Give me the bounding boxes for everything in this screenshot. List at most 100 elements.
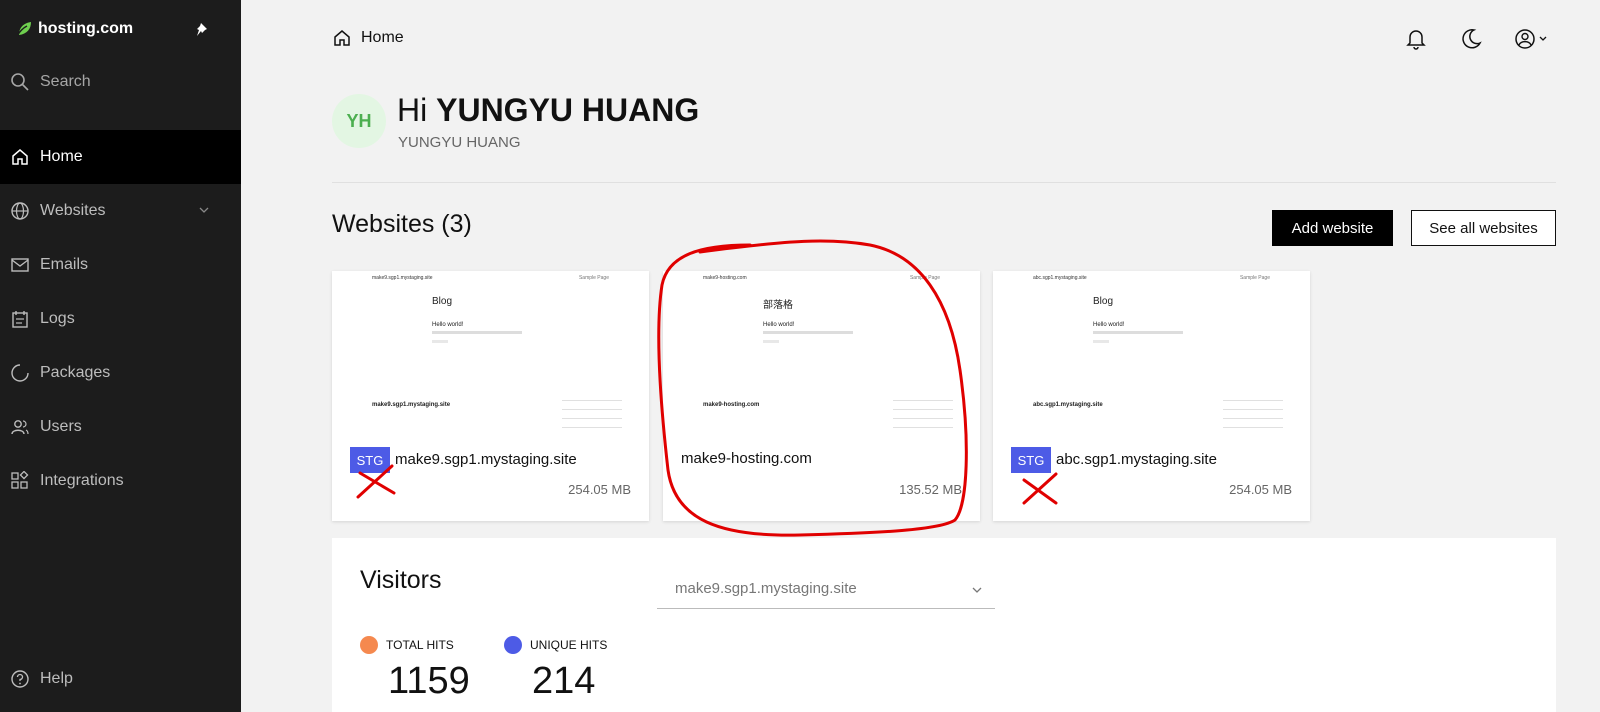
sidebar-item-packages[interactable]: Packages	[0, 346, 241, 400]
total-hits-dot	[360, 636, 378, 654]
breadcrumb[interactable]: Home	[332, 28, 404, 48]
preview-text-line	[1093, 331, 1183, 334]
leaf-logo-icon	[16, 22, 31, 37]
package-icon	[11, 364, 29, 382]
add-website-button[interactable]: Add website	[1272, 210, 1393, 246]
unique-hits-legend: UNIQUE HITS	[504, 636, 607, 654]
sidebar-item-home[interactable]: Home	[0, 130, 241, 184]
greeting-title: Hi YUNGYU HUANG	[397, 92, 699, 129]
search-label: Search	[40, 73, 91, 90]
home-icon	[12, 149, 28, 165]
sidebar-item-label: Integrations	[40, 472, 124, 489]
users-icon	[11, 420, 29, 435]
sidebar: hosting.com Search Home Websites Emails …	[0, 0, 241, 712]
site-preview: make9.sgp1.mystaging.site Sample Page Bl…	[332, 271, 649, 436]
account-menu[interactable]	[1514, 28, 1554, 55]
site-select[interactable]: make9.sgp1.mystaging.site	[657, 572, 995, 609]
preview-footer-links	[562, 400, 622, 430]
total-hits-value: 1159	[388, 660, 470, 702]
site-preview: abc.sgp1.mystaging.site Sample Page Blog…	[993, 271, 1310, 436]
sidebar-item-label: Emails	[40, 256, 89, 273]
visitors-title: Visitors	[360, 566, 442, 594]
help-icon	[11, 670, 29, 688]
preview-footer-links	[1223, 400, 1283, 430]
logs-icon	[12, 311, 28, 328]
greeting-name: YUNGYU HUANG	[436, 92, 700, 128]
total-hits-legend: TOTAL HITS	[360, 636, 454, 654]
brand-name: hosting.com	[38, 20, 134, 37]
preview-sample: Sample Page	[578, 275, 609, 281]
preview-heading: 部落格	[763, 300, 793, 311]
preview-host: make9-hosting.com	[703, 275, 747, 281]
stg-badge: STG	[350, 447, 390, 473]
sidebar-item-label: Help	[40, 670, 73, 687]
preview-footer: make9-hosting.com	[703, 402, 760, 408]
website-size: 254.05 MB	[568, 482, 631, 497]
preview-text-line	[763, 331, 853, 334]
preview-text-line	[432, 331, 522, 334]
preview-heading: Blog	[1093, 296, 1114, 307]
sidebar-item-label: Packages	[40, 364, 111, 381]
unique-hits-dot	[504, 636, 522, 654]
search-icon	[11, 73, 29, 91]
sidebar-item-users[interactable]: Users	[0, 400, 241, 454]
chevron-down-icon	[972, 587, 982, 593]
sidebar-search[interactable]: Search	[10, 72, 91, 92]
user-circle-icon	[1515, 29, 1547, 49]
website-card[interactable]: make9-hosting.com Sample Page 部落格 Hello …	[663, 271, 980, 521]
preview-footer: abc.sgp1.mystaging.site	[1033, 402, 1103, 408]
preview-post: Hello world!	[1093, 322, 1125, 328]
sidebar-item-websites[interactable]: Websites	[0, 184, 241, 238]
preview-footer: make9.sgp1.mystaging.site	[372, 402, 451, 408]
websites-title: Websites (3)	[332, 210, 472, 238]
preview-host: abc.sgp1.mystaging.site	[1033, 275, 1087, 281]
website-name[interactable]: abc.sgp1.mystaging.site	[1056, 451, 1217, 468]
preview-text-line	[1093, 340, 1109, 343]
sidebar-item-integrations[interactable]: Integrations	[0, 454, 241, 508]
avatar: YH	[332, 94, 386, 148]
divider	[332, 182, 1556, 183]
brand-logo[interactable]: hosting.com	[16, 20, 133, 38]
site-select-value: make9.sgp1.mystaging.site	[675, 580, 857, 597]
integrations-icon	[11, 471, 29, 489]
moon-icon[interactable]	[1460, 28, 1482, 55]
sidebar-item-emails[interactable]: Emails	[0, 238, 241, 292]
greeting-hi: Hi	[397, 92, 428, 128]
website-card[interactable]: abc.sgp1.mystaging.site Sample Page Blog…	[993, 271, 1310, 521]
preview-text-line	[432, 340, 448, 343]
home-icon	[334, 30, 350, 46]
preview-sample: Sample Page	[909, 275, 940, 281]
sidebar-item-label: Logs	[40, 310, 75, 327]
pin-icon[interactable]	[196, 22, 210, 43]
preview-sample: Sample Page	[1239, 275, 1270, 281]
sidebar-item-logs[interactable]: Logs	[0, 292, 241, 346]
greeting-subtitle: YUNGYU HUANG	[398, 134, 521, 151]
globe-icon	[11, 202, 29, 220]
unique-hits-label: UNIQUE HITS	[530, 638, 608, 652]
website-size: 254.05 MB	[1229, 482, 1292, 497]
breadcrumb-label: Home	[361, 29, 404, 46]
website-name[interactable]: make9.sgp1.mystaging.site	[395, 451, 577, 468]
sidebar-item-label: Websites	[40, 202, 106, 219]
website-card[interactable]: make9.sgp1.mystaging.site Sample Page Bl…	[332, 271, 649, 521]
see-all-websites-button[interactable]: See all websites	[1411, 210, 1556, 246]
preview-post: Hello world!	[763, 322, 795, 328]
site-preview: make9-hosting.com Sample Page 部落格 Hello …	[663, 271, 980, 436]
sidebar-item-label: Users	[40, 418, 82, 435]
chevron-down-icon	[199, 207, 209, 213]
preview-text-line	[763, 340, 779, 343]
preview-host: make9.sgp1.mystaging.site	[372, 275, 433, 281]
website-name[interactable]: make9-hosting.com	[681, 450, 812, 467]
preview-heading: Blog	[432, 296, 453, 307]
bell-icon[interactable]	[1406, 28, 1426, 55]
stg-badge: STG	[1011, 447, 1051, 473]
sidebar-item-help[interactable]: Help	[0, 652, 241, 706]
total-hits-label: TOTAL HITS	[386, 638, 454, 652]
sidebar-item-label: Home	[40, 148, 83, 165]
unique-hits-value: 214	[532, 660, 596, 702]
website-size: 135.52 MB	[899, 482, 962, 497]
mail-icon	[11, 258, 29, 272]
preview-post: Hello world!	[432, 322, 464, 328]
visitors-panel: Visitors make9.sgp1.mystaging.site TOTAL…	[332, 538, 1556, 712]
preview-footer-links	[893, 400, 953, 430]
